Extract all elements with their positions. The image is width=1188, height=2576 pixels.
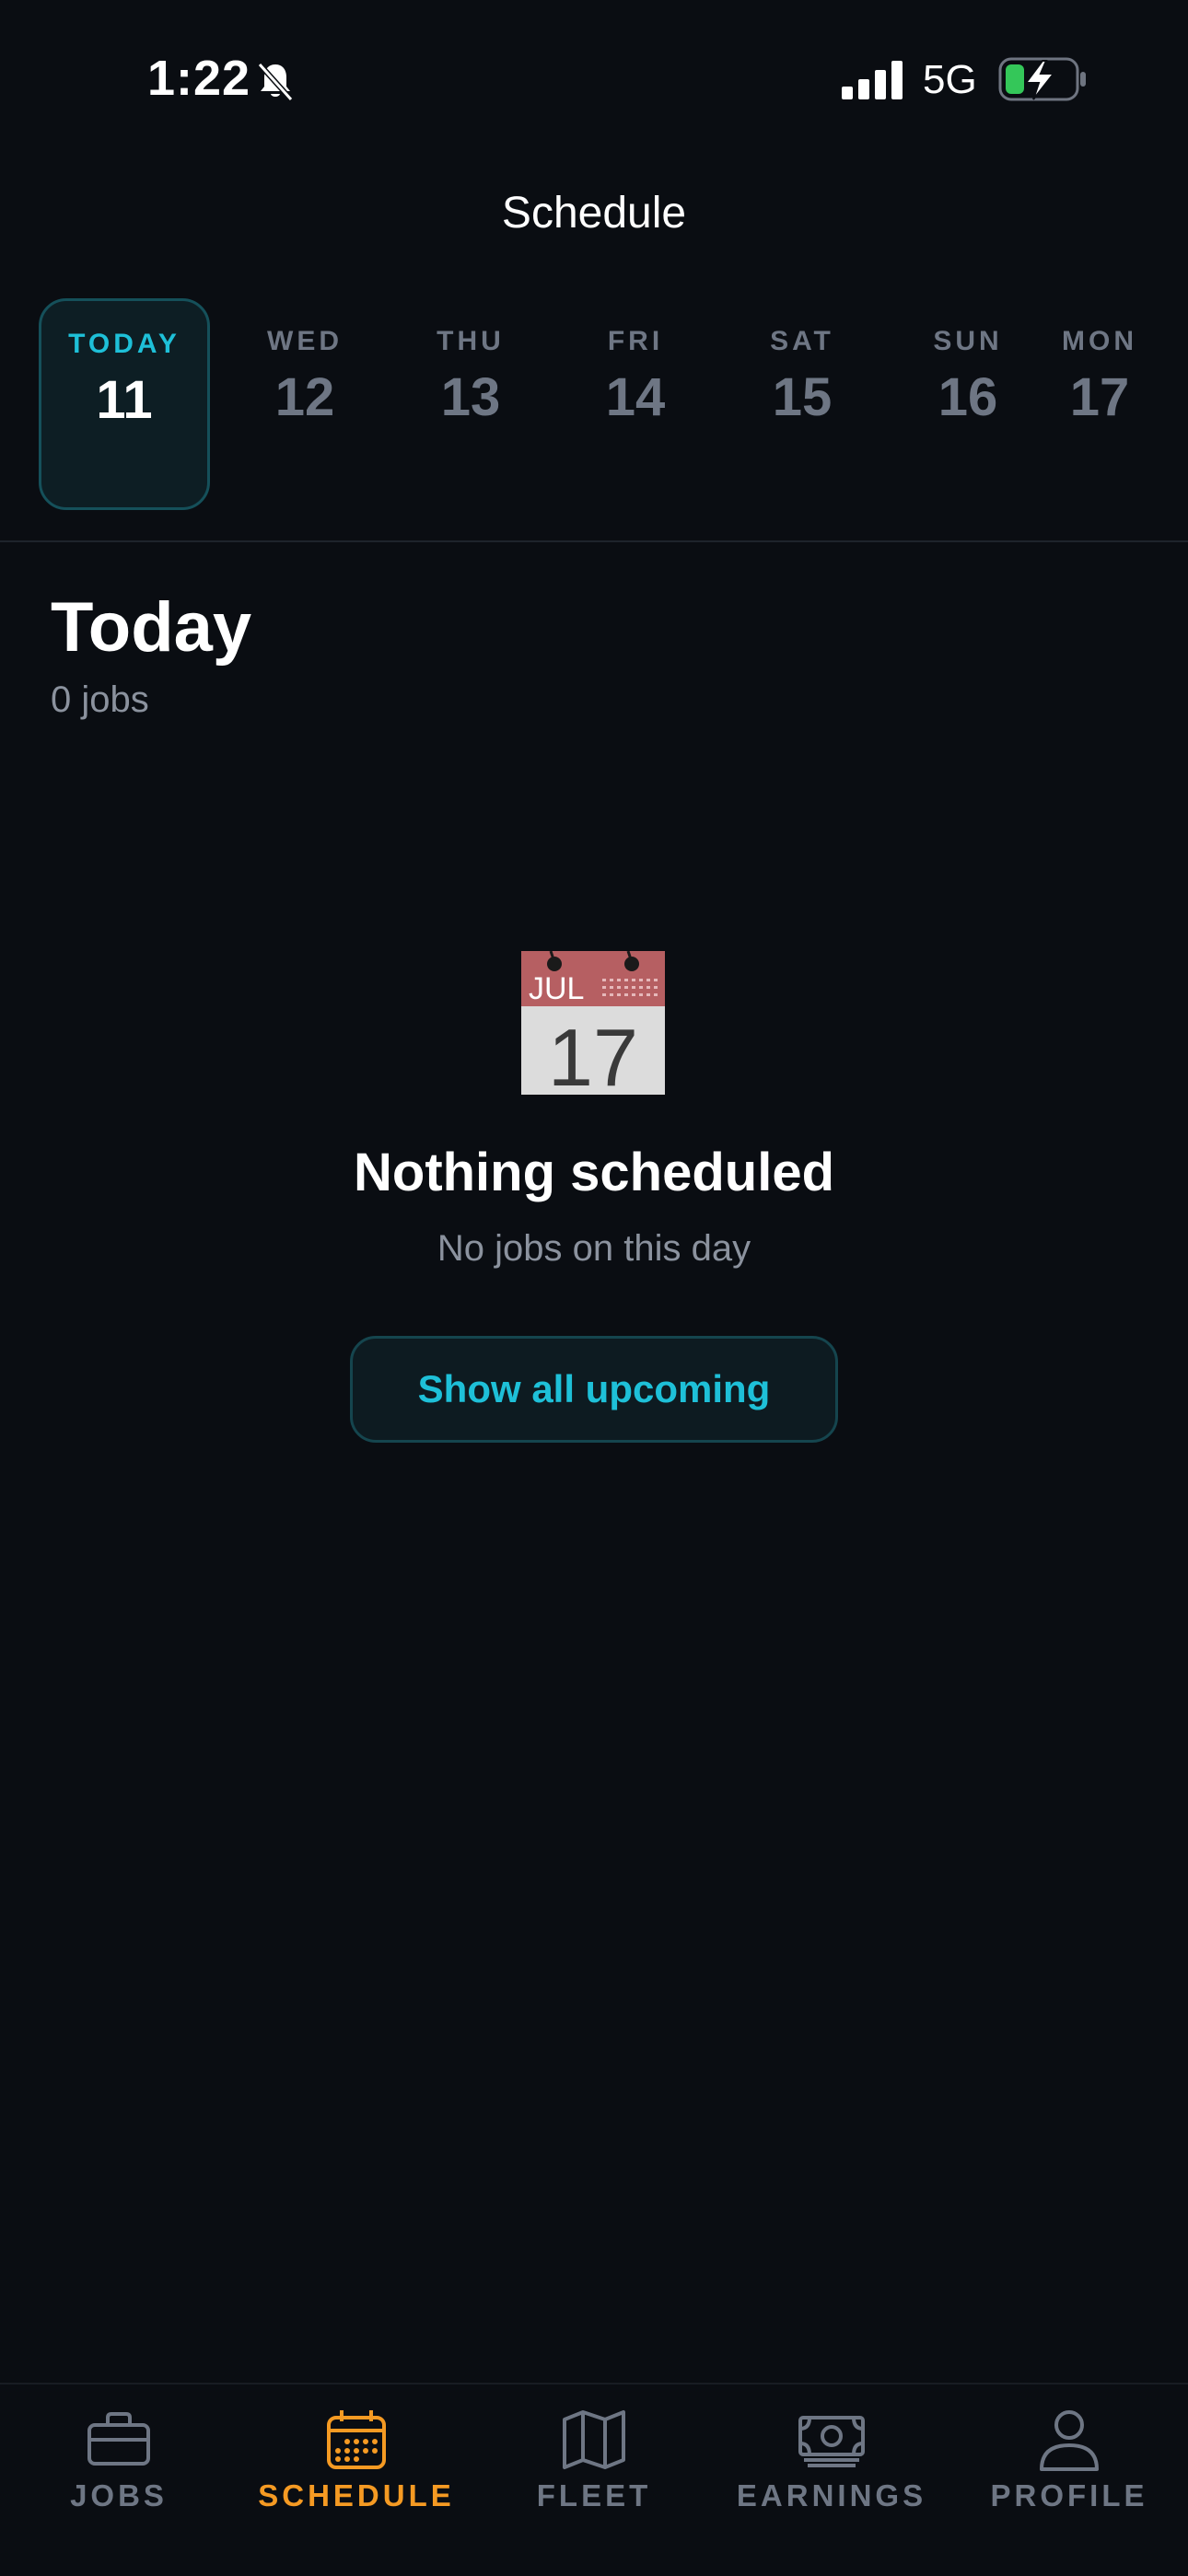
day-label: WED <box>267 326 343 356</box>
calendar-emoji-icon: JUL 17 <box>521 951 665 1095</box>
section-title: Today <box>51 588 252 667</box>
tab-label: EARNINGS <box>736 2478 927 2512</box>
tab-schedule[interactable]: SCHEDULE <box>238 2385 475 2576</box>
day-label: SAT <box>770 326 834 356</box>
cash-icon <box>798 2416 865 2467</box>
calendar-icon-day: 17 <box>548 1012 638 1095</box>
day-selector: TODAY 11 WED 12 THU 13 FRI 14 SAT 15 SUN… <box>0 295 1188 516</box>
map-icon <box>563 2410 625 2469</box>
day-thu[interactable]: THU 13 <box>385 298 556 510</box>
tab-fleet[interactable]: FLEET <box>475 2385 713 2576</box>
empty-state-title: Nothing scheduled <box>354 1143 834 1202</box>
tab-bar: JOBS SCHEDULE FLEET EARNINGS PROFILE <box>0 2383 1188 2576</box>
day-number: 12 <box>274 367 335 427</box>
show-all-upcoming-button[interactable]: Show all upcoming <box>350 1336 838 1443</box>
tab-earnings[interactable]: EARNINGS <box>713 2385 950 2576</box>
briefcase-icon <box>87 2412 150 2466</box>
tab-jobs[interactable]: JOBS <box>0 2385 238 2576</box>
day-number: 13 <box>440 367 501 427</box>
cellular-signal-icon <box>842 61 903 99</box>
day-today[interactable]: TODAY 11 <box>39 298 210 510</box>
calendar-icon <box>327 2410 386 2469</box>
tab-profile[interactable]: PROFILE <box>950 2385 1188 2576</box>
day-label: TODAY <box>68 329 181 359</box>
day-sat[interactable]: SAT 15 <box>716 298 888 510</box>
tab-label: SCHEDULE <box>258 2478 455 2512</box>
day-label: FRI <box>607 326 664 356</box>
day-number: 17 <box>1069 367 1130 427</box>
empty-state-subtitle: No jobs on this day <box>437 1228 751 1269</box>
day-number: 15 <box>772 367 833 427</box>
tab-label: JOBS <box>70 2478 168 2512</box>
status-time: 1:22 <box>147 51 251 106</box>
network-type: 5G <box>923 57 977 102</box>
person-icon <box>1040 2410 1099 2471</box>
day-label: THU <box>437 326 505 356</box>
status-bar: 1:22 5G <box>0 0 1188 157</box>
day-wed[interactable]: WED 12 <box>219 298 390 510</box>
day-number: 14 <box>605 367 666 427</box>
day-number: 11 <box>96 370 153 430</box>
bell-muted-icon <box>257 62 294 102</box>
divider <box>0 540 1188 542</box>
day-mon[interactable]: MON 17 <box>1017 298 1188 510</box>
tab-label: PROFILE <box>990 2478 1148 2512</box>
job-count: 0 jobs <box>51 679 149 720</box>
page-title: Schedule <box>501 189 687 238</box>
day-fri[interactable]: FRI 14 <box>550 298 721 510</box>
tab-label: FLEET <box>536 2478 652 2512</box>
calendar-icon-month: JUL <box>529 971 584 1006</box>
battery-charging-icon <box>998 57 1086 101</box>
day-label: MON <box>1062 326 1137 356</box>
